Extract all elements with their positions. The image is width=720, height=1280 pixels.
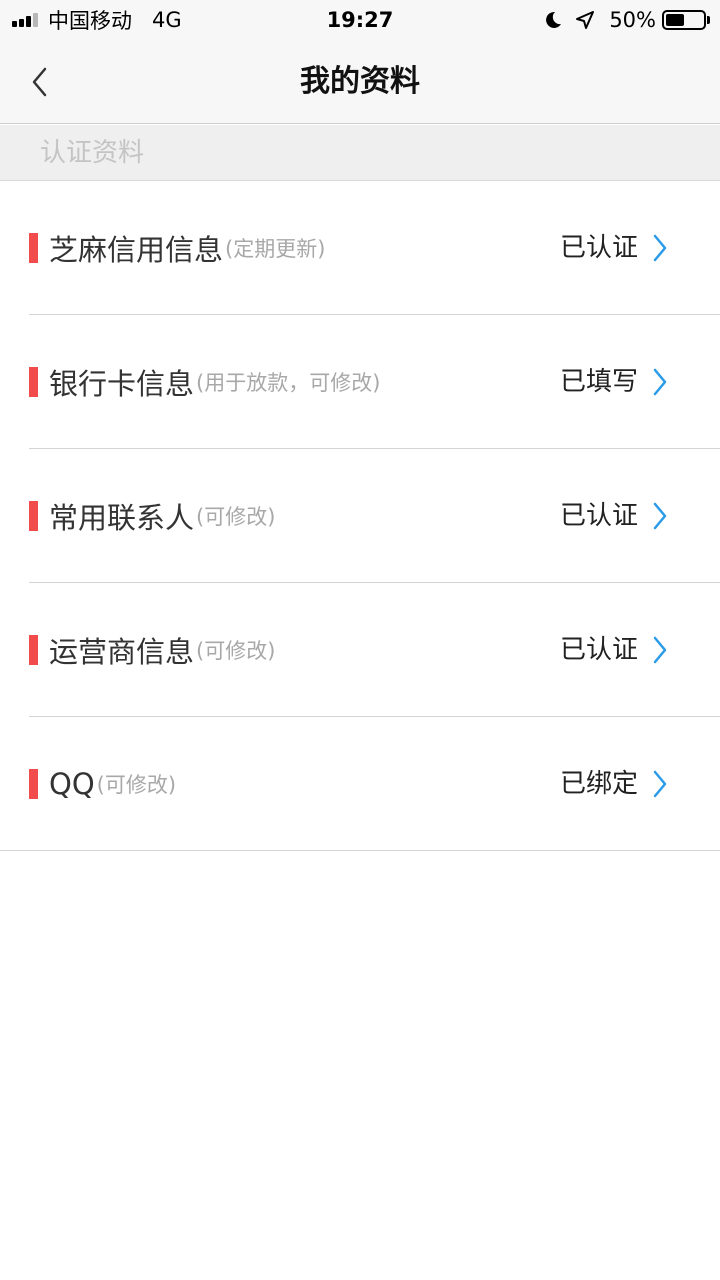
item-title: 运营商信息 xyxy=(49,635,195,669)
divider xyxy=(0,850,720,851)
item-note: (用于放款，可修改) xyxy=(196,371,381,395)
accent-bar xyxy=(29,233,38,263)
list-item-bank-card[interactable]: 银行卡信息 (用于放款，可修改) 已填写 xyxy=(0,315,720,449)
item-label: 银行卡信息 (用于放款，可修改) xyxy=(49,315,380,449)
item-note: (可修改) xyxy=(196,505,276,529)
list-item-carrier[interactable]: 运营商信息 (可修改) 已认证 xyxy=(0,583,720,717)
item-status: 已认证 xyxy=(559,233,638,263)
list-item-qq[interactable]: QQ (可修改) 已绑定 xyxy=(0,717,720,851)
accent-bar xyxy=(29,635,38,665)
item-note: (定期更新) xyxy=(225,237,326,261)
chevron-right-icon xyxy=(653,368,667,396)
item-note: (可修改) xyxy=(96,773,177,797)
item-title: 芝麻信用信息 xyxy=(49,233,224,267)
status-right: 50% xyxy=(543,0,710,40)
item-title: 常用联系人 xyxy=(49,501,195,535)
location-arrow-icon xyxy=(576,11,595,29)
item-label: 芝麻信用信息 (定期更新) xyxy=(49,181,325,315)
item-label: 常用联系人 (可修改) xyxy=(49,449,275,583)
list-item-zhima-credit[interactable]: 芝麻信用信息 (定期更新) 已认证 xyxy=(0,181,720,315)
item-note: (可修改) xyxy=(196,639,276,663)
moon-icon xyxy=(546,11,562,28)
item-label: 运营商信息 (可修改) xyxy=(49,583,275,717)
nav-bar: 我的资料 xyxy=(0,40,720,124)
page-title: 我的资料 xyxy=(300,64,420,99)
item-status: 已填写 xyxy=(559,367,638,397)
accent-bar xyxy=(29,367,38,397)
item-title: QQ xyxy=(49,767,95,801)
item-title: 银行卡信息 xyxy=(49,367,195,401)
item-label: QQ (可修改) xyxy=(49,717,176,851)
item-status: 已认证 xyxy=(559,501,638,531)
battery-percent: 50% xyxy=(609,8,656,32)
chevron-right-icon xyxy=(653,502,667,530)
status-bar: 中国移动 4G 19:27 50% xyxy=(0,0,720,40)
battery-fill xyxy=(666,14,684,26)
item-status: 已绑定 xyxy=(559,769,638,799)
section-header-label: 认证资料 xyxy=(40,138,145,168)
section-header: 认证资料 xyxy=(0,125,720,181)
chevron-right-icon xyxy=(653,636,667,664)
profile-list: 芝麻信用信息 (定期更新) 已认证 银行卡信息 (用于放款，可修改) 已填写 常… xyxy=(0,181,720,851)
battery-icon xyxy=(662,10,706,30)
item-status: 已认证 xyxy=(559,635,638,665)
chevron-right-icon xyxy=(653,770,667,798)
chevron-right-icon xyxy=(653,234,667,262)
accent-bar xyxy=(29,769,38,799)
chevron-left-icon xyxy=(32,67,47,97)
accent-bar xyxy=(29,501,38,531)
back-button[interactable] xyxy=(16,58,64,106)
battery-nub xyxy=(707,16,710,24)
list-item-contacts[interactable]: 常用联系人 (可修改) 已认证 xyxy=(0,449,720,583)
